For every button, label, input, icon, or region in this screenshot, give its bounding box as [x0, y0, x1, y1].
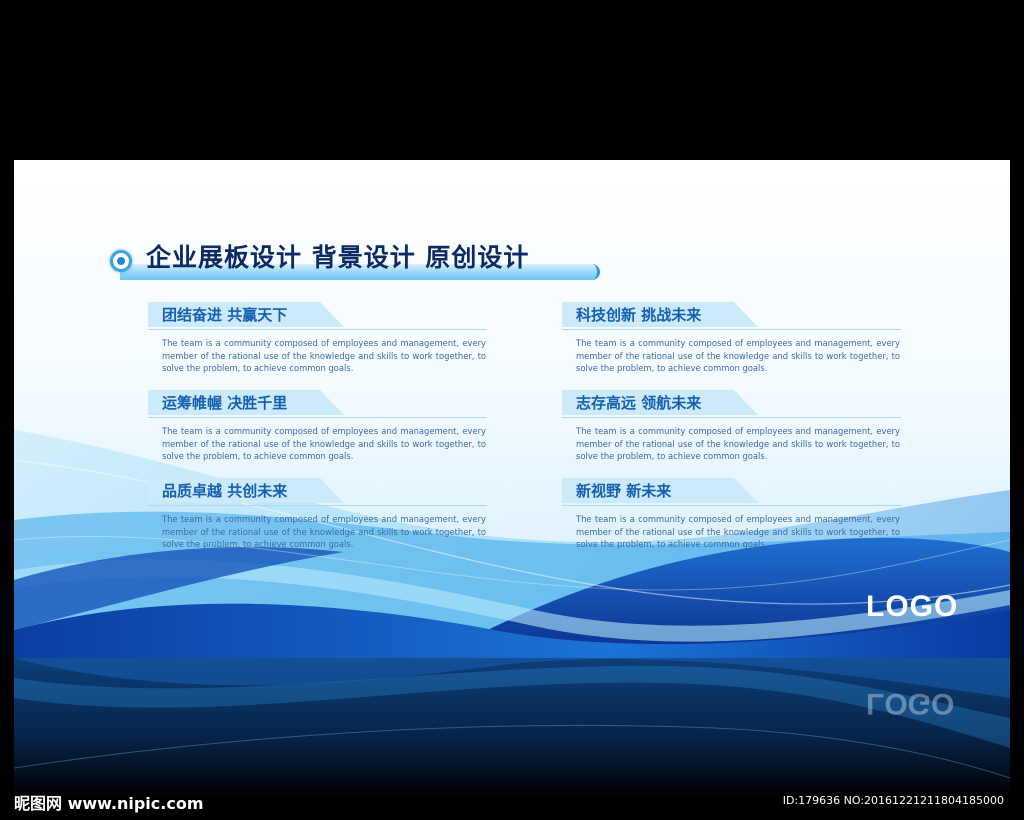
- header: 企业展板设计 背景设计 原创设计: [110, 242, 610, 290]
- section-body: The team is a community composed of empl…: [576, 338, 900, 373]
- section-teamwork: 团结奋进 共赢天下 The team is a community compos…: [148, 302, 488, 375]
- watermark-id: ID:179636 NO:20161221211804185000: [782, 794, 1004, 807]
- section-quality: 品质卓越 共创未来 The team is a community compos…: [148, 478, 488, 551]
- section-tab: 品质卓越 共创未来: [148, 478, 344, 503]
- section-title: 志存高远 领航未来: [576, 394, 702, 412]
- divider: [562, 329, 901, 330]
- section-tab: 志存高远 领航未来: [562, 390, 758, 415]
- section-vision: 新视野 新未来 The team is a community composed…: [562, 478, 902, 551]
- section-body: The team is a community composed of empl…: [576, 514, 900, 549]
- section-innovation: 科技创新 挑战未来 The team is a community compos…: [562, 302, 902, 375]
- board-reflection: LOGO: [14, 658, 1010, 798]
- section-ambition: 志存高远 领航未来 The team is a community compos…: [562, 390, 902, 463]
- section-title: 团结奋进 共赢天下: [162, 306, 288, 324]
- divider: [562, 505, 901, 506]
- page-title: 企业展板设计 背景设计 原创设计: [146, 243, 530, 272]
- section-title: 运筹帷幄 决胜千里: [162, 394, 288, 412]
- section-body: The team is a community composed of empl…: [162, 514, 486, 549]
- watermark-site: 昵图网 www.nipic.com: [14, 794, 204, 813]
- divider: [148, 417, 487, 418]
- section-strategy: 运筹帷幄 决胜千里 The team is a community compos…: [148, 390, 488, 463]
- display-board: 企业展板设计 背景设计 原创设计 团结奋进 共赢天下 The team is a…: [14, 160, 1010, 658]
- divider: [148, 329, 487, 330]
- section-body: The team is a community composed of empl…: [162, 338, 486, 373]
- section-title: 科技创新 挑战未来: [576, 306, 702, 324]
- divider: [562, 417, 901, 418]
- canvas: 企业展板设计 背景设计 原创设计 团结奋进 共赢天下 The team is a…: [0, 0, 1024, 820]
- bullet-circle-icon: [110, 250, 132, 272]
- section-tab: 科技创新 挑战未来: [562, 302, 758, 327]
- section-body: The team is a community composed of empl…: [576, 426, 900, 461]
- section-tab: 团结奋进 共赢天下: [148, 302, 344, 327]
- section-title: 品质卓越 共创未来: [162, 482, 288, 500]
- reflection-waves: [14, 658, 1010, 779]
- section-tab: 新视野 新未来: [562, 478, 758, 503]
- divider: [148, 505, 487, 506]
- logo: LOGO: [866, 590, 959, 623]
- section-title: 新视野 新未来: [576, 482, 672, 500]
- section-tab: 运筹帷幄 决胜千里: [148, 390, 344, 415]
- section-body: The team is a community composed of empl…: [162, 426, 486, 461]
- logo-reflection: LOGO: [866, 687, 955, 720]
